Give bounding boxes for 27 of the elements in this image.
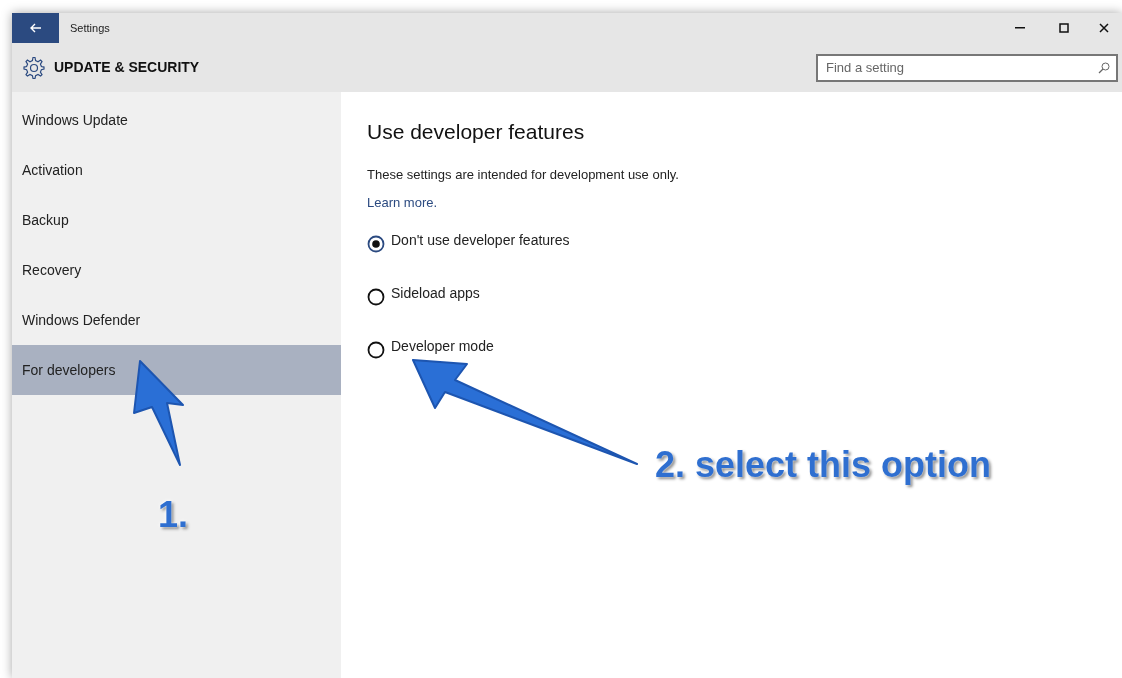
- description-text: These settings are intended for development use only.: [367, 166, 680, 184]
- radio-button[interactable]: [367, 235, 385, 253]
- sidebar-item[interactable]: Backup: [12, 195, 341, 245]
- gear-icon: [22, 55, 46, 80]
- search-field[interactable]: Find a setting: [816, 53, 1118, 82]
- radio-option[interactable]: Developer mode: [367, 336, 494, 359]
- step-label: 2. select this option: [655, 443, 992, 487]
- section-title: UPDATE & SECURITY: [54, 58, 200, 77]
- maximize-icon: [1059, 23, 1069, 33]
- learn-more-link[interactable]: Learn more.: [367, 192, 438, 212]
- sidebar-item[interactable]: Windows Update: [12, 95, 341, 145]
- radio-button[interactable]: [367, 288, 385, 306]
- radio-option[interactable]: Sideload apps: [367, 283, 480, 306]
- radio-button[interactable]: [367, 341, 385, 359]
- search-icon: [1098, 61, 1110, 74]
- sidebar-item[interactable]: Recovery: [12, 245, 341, 295]
- radio-option[interactable]: Don't use developer features: [367, 230, 570, 253]
- sidebar-item[interactable]: For developers: [12, 345, 341, 395]
- sidebar-item[interactable]: Activation: [12, 145, 341, 195]
- back-button[interactable]: [12, 13, 59, 43]
- sidebar-item[interactable]: Windows Defender: [12, 295, 341, 345]
- back-arrow-icon: [29, 23, 42, 33]
- close-icon: [1099, 23, 1109, 33]
- minimize-icon: [1015, 27, 1025, 29]
- page-heading: Use developer features: [367, 119, 586, 145]
- window-title: Settings: [70, 20, 110, 36]
- step-label: 1.: [158, 493, 189, 537]
